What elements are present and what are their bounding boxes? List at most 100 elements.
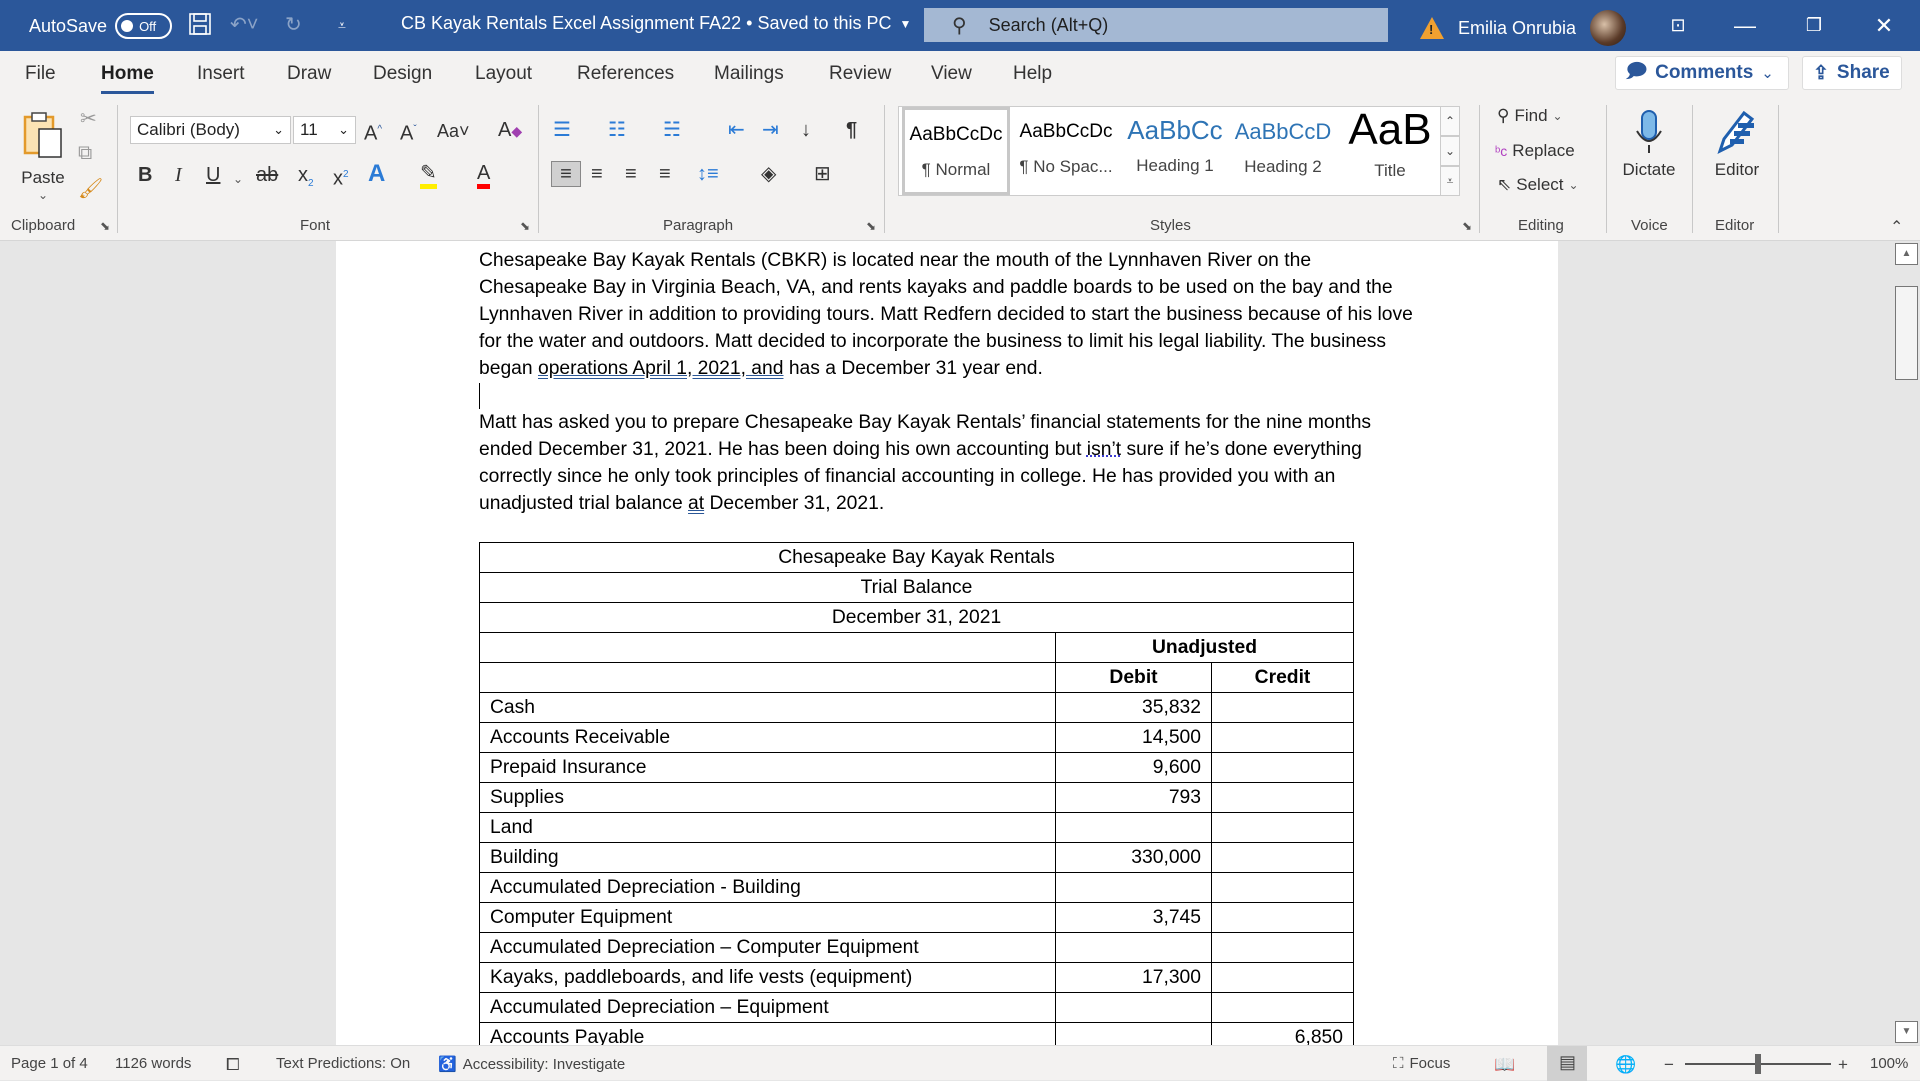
debit-cell[interactable]: 9,600 <box>1055 752 1212 783</box>
document-page[interactable]: Chesapeake Bay Kayak Rentals (CBKR) is l… <box>336 241 1558 1045</box>
credit-cell[interactable] <box>1211 752 1354 783</box>
font-size-select[interactable]: 11 ⌄ <box>293 116 356 144</box>
zoom-out-button[interactable]: − <box>1664 1055 1674 1075</box>
debit-cell[interactable]: 793 <box>1055 782 1212 813</box>
document-title[interactable]: CB Kayak Rentals Excel Assignment FA22 •… <box>401 13 911 34</box>
share-button[interactable]: ⇪ Share <box>1802 56 1902 90</box>
credit-cell[interactable] <box>1211 842 1354 873</box>
restore-icon[interactable]: ❐ <box>1781 0 1847 51</box>
borders-icon[interactable]: ⊞ <box>814 162 831 186</box>
paragraph-launcher-icon[interactable]: ⬊ <box>866 219 876 233</box>
numbering-icon[interactable]: ☷ <box>608 118 626 142</box>
tab-layout[interactable]: Layout <box>475 63 532 85</box>
align-left-icon[interactable]: ≡ <box>551 161 581 187</box>
scrollbar-thumb[interactable] <box>1895 286 1918 380</box>
account-cell[interactable]: Accounts Receivable <box>479 722 1056 753</box>
credit-cell[interactable] <box>1211 812 1354 843</box>
account-cell[interactable]: Accounts Payable <box>479 1022 1056 1045</box>
scroll-down-icon[interactable]: ▼ <box>1895 1021 1918 1043</box>
account-cell[interactable]: Accumulated Depreciation – Equipment <box>479 992 1056 1023</box>
increase-indent-icon[interactable]: ⇥ <box>762 118 779 142</box>
tab-design[interactable]: Design <box>373 63 432 85</box>
copy-icon[interactable]: ⧉ <box>78 141 92 165</box>
chevron-down-icon[interactable]: ⌄ <box>233 167 243 191</box>
style-flag[interactable]: isn’t <box>1087 439 1121 460</box>
grammar-flag[interactable]: at <box>688 493 704 514</box>
credit-cell[interactable] <box>1211 902 1354 933</box>
debit-cell[interactable] <box>1055 872 1212 903</box>
debit-cell[interactable]: 17,300 <box>1055 962 1212 993</box>
account-cell[interactable]: Cash <box>479 692 1056 723</box>
credit-cell[interactable] <box>1211 962 1354 993</box>
customize-qat-icon[interactable]: ⩡ <box>338 12 346 38</box>
account-cell[interactable]: Supplies <box>479 782 1056 813</box>
credit-cell[interactable] <box>1211 992 1354 1023</box>
shrink-font-icon[interactable]: Aˇ <box>400 118 417 146</box>
style-normal[interactable]: AaBbCcDc ¶ Normal <box>902 107 1010 195</box>
debit-cell[interactable] <box>1055 812 1212 843</box>
styles-launcher-icon[interactable]: ⬊ <box>1462 219 1472 233</box>
redo-icon[interactable]: ↻ <box>285 12 302 38</box>
decrease-indent-icon[interactable]: ⇤ <box>728 118 745 142</box>
text-predictions[interactable]: Text Predictions: On <box>276 1055 410 1072</box>
credit-cell[interactable] <box>1211 872 1354 903</box>
clipboard-launcher-icon[interactable]: ⬊ <box>100 219 110 233</box>
debit-cell[interactable] <box>1055 1022 1212 1045</box>
find-button[interactable]: ⚲ Find ⌄ <box>1497 106 1563 126</box>
autosave-switch[interactable]: Off <box>115 13 173 39</box>
ribbon-display-icon[interactable]: ⊡ <box>1645 0 1711 51</box>
bold-icon[interactable]: B <box>138 163 152 187</box>
vertical-scrollbar[interactable]: ▲ ▼ <box>1893 241 1920 1045</box>
bullets-icon[interactable]: ☰ <box>553 118 571 142</box>
clear-formatting-icon[interactable]: A◆ <box>498 118 522 143</box>
comments-button[interactable]: 🗩 Comments ⌄ <box>1615 56 1789 90</box>
multilevel-list-icon[interactable]: ☵ <box>663 118 681 142</box>
debit-cell[interactable]: 330,000 <box>1055 842 1212 873</box>
grammar-flag[interactable]: operations April 1, 2021, and <box>538 358 783 379</box>
credit-cell[interactable] <box>1211 692 1354 723</box>
focus-mode-button[interactable]: ⛶ Focus <box>1393 1055 1450 1072</box>
account-cell[interactable]: Accumulated Depreciation - Building <box>479 872 1056 903</box>
paste-button[interactable]: Paste ⌄ <box>18 105 68 205</box>
style-heading-2[interactable]: AaBbCcD Heading 2 <box>1229 107 1337 195</box>
tab-references[interactable]: References <box>577 63 674 85</box>
tab-home[interactable]: Home <box>101 63 154 94</box>
font-launcher-icon[interactable]: ⬊ <box>520 219 530 233</box>
account-cell[interactable]: Computer Equipment <box>479 902 1056 933</box>
credit-cell[interactable] <box>1211 782 1354 813</box>
select-button[interactable]: ⇖ Select ⌄ <box>1497 175 1579 195</box>
tab-draw[interactable]: Draw <box>287 63 331 85</box>
accessibility-status[interactable]: ♿ Accessibility: Investigate <box>438 1055 625 1074</box>
grow-font-icon[interactable]: A^ <box>364 118 382 146</box>
debit-cell[interactable] <box>1055 992 1212 1023</box>
style-no-spacing[interactable]: AaBbCcDc ¶ No Spac... <box>1012 107 1120 195</box>
styles-down-icon[interactable]: ⌄ <box>1440 136 1460 166</box>
web-layout-icon[interactable]: 🌐 <box>1615 1055 1636 1075</box>
paste-dropdown-icon[interactable]: ⌄ <box>18 188 68 202</box>
debit-cell[interactable]: 14,500 <box>1055 722 1212 753</box>
font-color-icon[interactable]: A <box>477 161 491 189</box>
credit-cell[interactable]: 6,850 <box>1211 1022 1354 1045</box>
change-case-icon[interactable]: Aa˅ <box>437 119 470 143</box>
debit-cell[interactable]: 35,832 <box>1055 692 1212 723</box>
tab-mailings[interactable]: Mailings <box>714 63 784 85</box>
proofing-icon[interactable]: ⧠ <box>226 1055 240 1075</box>
close-icon[interactable]: ✕ <box>1851 0 1917 51</box>
subscript-icon[interactable]: x2 <box>298 163 314 196</box>
italic-icon[interactable]: I <box>175 163 182 187</box>
show-formatting-marks-icon[interactable]: ¶ <box>846 118 857 142</box>
font-name-select[interactable]: Calibri (Body) ⌄ <box>130 116 291 144</box>
style-title[interactable]: AaB Title <box>1336 105 1444 195</box>
zoom-in-button[interactable]: + <box>1838 1055 1848 1075</box>
account-cell[interactable]: Accumulated Depreciation – Computer Equi… <box>479 932 1056 963</box>
line-spacing-icon[interactable]: ↕≡ <box>697 162 719 186</box>
account-cell[interactable]: Land <box>479 812 1056 843</box>
search-box[interactable]: ⚲ Search (Alt+Q) <box>924 8 1388 42</box>
autosave-toggle[interactable]: AutoSave Off <box>29 13 173 39</box>
account-cell[interactable]: Prepaid Insurance <box>479 752 1056 783</box>
collapse-ribbon-icon[interactable]: ⌃ <box>1890 217 1903 237</box>
styles-up-icon[interactable]: ⌃ <box>1440 106 1460 136</box>
tab-help[interactable]: Help <box>1013 63 1052 85</box>
align-center-icon[interactable]: ≡ <box>591 162 603 186</box>
account-cell[interactable]: Kayaks, paddleboards, and life vests (eq… <box>479 962 1056 993</box>
